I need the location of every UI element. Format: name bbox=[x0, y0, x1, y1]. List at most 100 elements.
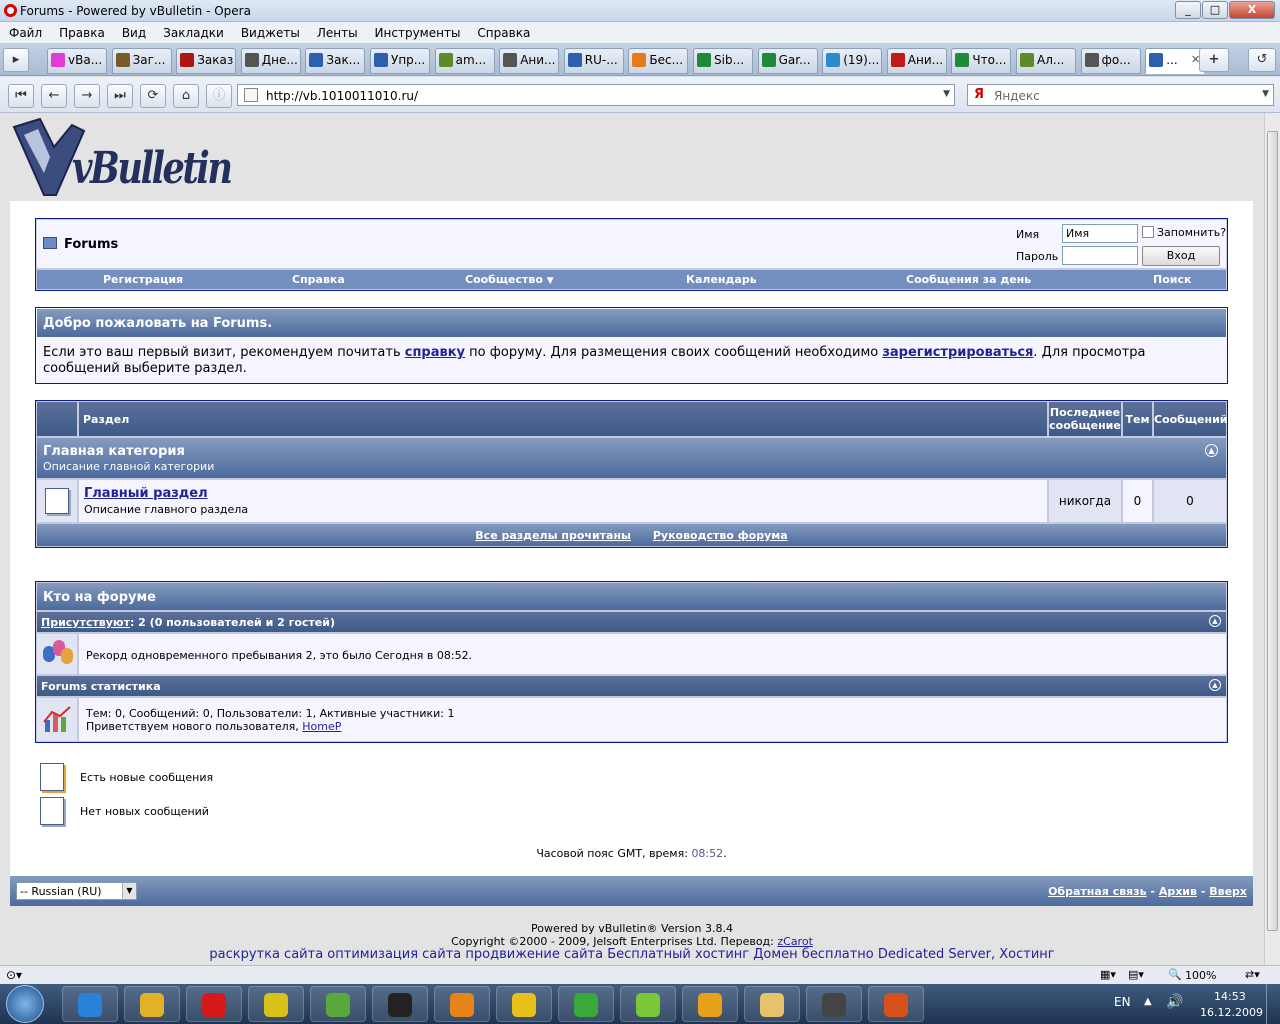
top-link[interactable]: Вверх bbox=[1209, 885, 1247, 898]
reload-icon[interactable]: ⟳ bbox=[140, 84, 166, 108]
feedback-link[interactable]: Обратная связь bbox=[1048, 885, 1147, 898]
back-icon[interactable]: ← bbox=[41, 84, 67, 108]
panel-toggle-icon[interactable]: ▸ bbox=[3, 48, 29, 72]
tab-0[interactable]: vBa... bbox=[47, 48, 107, 74]
login-password-input[interactable] bbox=[1062, 246, 1138, 265]
speed-dial-icon[interactable]: ⊙▾ bbox=[6, 968, 22, 982]
explorer-icon[interactable] bbox=[744, 986, 800, 1022]
tab-6[interactable]: am... bbox=[434, 48, 495, 74]
search-dropdown-icon[interactable]: ▼ bbox=[1262, 89, 1269, 99]
collapse-icon[interactable]: ▲ bbox=[1209, 615, 1221, 627]
address-input[interactable]: http://vb.1010011010.ru/ ▼ bbox=[237, 84, 955, 106]
view-icon[interactable]: ▤▾ bbox=[1128, 968, 1144, 981]
tab-12[interactable]: (19)... bbox=[822, 48, 883, 74]
newest-user-link[interactable]: HomeP bbox=[302, 720, 341, 733]
fast-forward-icon[interactable]: ⏭ bbox=[107, 84, 133, 108]
tab-16[interactable]: фо... bbox=[1080, 48, 1141, 74]
tab-2[interactable]: Заказ bbox=[176, 48, 237, 74]
show-desktop-button[interactable] bbox=[1266, 984, 1280, 1024]
clock-time[interactable]: 14:53 bbox=[1214, 990, 1246, 1003]
forward-icon[interactable]: → bbox=[74, 84, 100, 108]
category-title[interactable]: Главная категория bbox=[43, 444, 185, 459]
sync-icon[interactable]: ⇄▾ bbox=[1245, 968, 1260, 981]
closed-tabs-icon[interactable]: ↺ bbox=[1248, 48, 1276, 72]
mark-read-link[interactable]: Все разделы прочитаны bbox=[475, 529, 631, 542]
winamp-icon[interactable] bbox=[682, 986, 738, 1022]
vbulletin-logo[interactable]: vBulletin bbox=[10, 117, 233, 203]
zoom-icon[interactable]: 🔍 bbox=[1168, 968, 1182, 981]
tab-9[interactable]: Бес... bbox=[628, 48, 689, 74]
collapse-icon[interactable]: ▲ bbox=[1209, 679, 1221, 691]
minimize-button[interactable]: _ bbox=[1175, 1, 1201, 19]
zoom-level[interactable]: 100% bbox=[1185, 969, 1216, 982]
1c-icon[interactable] bbox=[248, 986, 304, 1022]
chemistry-icon[interactable] bbox=[620, 986, 676, 1022]
info-icon[interactable]: ⓘ bbox=[206, 84, 232, 108]
nav-register-link[interactable]: Регистрация bbox=[103, 273, 183, 286]
tab-13[interactable]: Ани... bbox=[886, 48, 947, 74]
new-tab-button[interactable]: + bbox=[1199, 48, 1229, 72]
menu-view[interactable]: Вид bbox=[113, 22, 154, 40]
menu-bookmarks[interactable]: Закладки bbox=[154, 22, 232, 40]
maximize-button[interactable]: □ bbox=[1202, 1, 1228, 19]
clock-date[interactable]: 16.12.2009 bbox=[1200, 1006, 1263, 1019]
chrome-icon[interactable] bbox=[124, 986, 180, 1022]
opera-icon[interactable] bbox=[186, 986, 242, 1022]
rewind-icon[interactable]: ⏮ bbox=[8, 84, 34, 108]
language-indicator[interactable]: EN bbox=[1114, 995, 1131, 1009]
menu-edit[interactable]: Правка bbox=[50, 22, 113, 40]
help-link[interactable]: справку bbox=[405, 345, 465, 360]
remember-checkbox[interactable] bbox=[1142, 226, 1154, 238]
nav-calendar-link[interactable]: Календарь bbox=[686, 273, 757, 286]
menu-file[interactable]: Файл bbox=[0, 22, 50, 40]
forum-title-link[interactable]: Главный раздел bbox=[84, 486, 208, 501]
collapse-icon[interactable]: ▲ bbox=[1205, 444, 1218, 457]
halflife-icon[interactable] bbox=[868, 986, 924, 1022]
video-321-icon[interactable] bbox=[806, 986, 862, 1022]
tab-3[interactable]: Дне... bbox=[240, 48, 301, 74]
fastfolder-icon[interactable] bbox=[310, 986, 366, 1022]
tab-15[interactable]: Ал... bbox=[1016, 48, 1076, 74]
tab-8[interactable]: RU-... bbox=[563, 48, 624, 74]
login-submit-button[interactable]: Вход bbox=[1142, 246, 1220, 266]
menu-help[interactable]: Справка bbox=[468, 22, 538, 40]
tab-11[interactable]: Gar... bbox=[757, 48, 818, 74]
search-input[interactable]: Я Яндекс ▼ bbox=[967, 84, 1274, 106]
menu-widgets[interactable]: Виджеты bbox=[232, 22, 308, 40]
nav-today-posts-link[interactable]: Сообщения за день bbox=[906, 273, 1031, 286]
panels-icon[interactable]: ▦▾ bbox=[1100, 968, 1116, 981]
forum-guide-link[interactable]: Руководство форума bbox=[653, 529, 788, 542]
emulator-icon[interactable] bbox=[496, 986, 552, 1022]
media-player-icon[interactable] bbox=[434, 986, 490, 1022]
scrollbar-thumb[interactable] bbox=[1267, 131, 1278, 931]
ie-icon[interactable] bbox=[62, 986, 118, 1022]
whos-online-title: Кто на форуме bbox=[37, 583, 1226, 610]
close-button[interactable]: X bbox=[1229, 1, 1275, 19]
home-icon[interactable]: ⌂ bbox=[173, 84, 199, 108]
steam-icon[interactable] bbox=[372, 986, 428, 1022]
tab-10[interactable]: Sib... bbox=[693, 48, 753, 74]
menu-feeds[interactable]: Ленты bbox=[308, 22, 366, 40]
tab-7[interactable]: Ани... bbox=[499, 48, 560, 74]
tab-4[interactable]: Зак... bbox=[305, 48, 366, 74]
login-username-input[interactable] bbox=[1062, 224, 1138, 243]
tab-14[interactable]: Что... bbox=[951, 48, 1012, 74]
language-select[interactable]: -- Russian (RU) ▼ bbox=[16, 882, 137, 900]
tab-1[interactable]: Заг... bbox=[111, 48, 172, 74]
page-scrollbar[interactable] bbox=[1264, 113, 1280, 965]
register-link[interactable]: зарегистрироваться bbox=[882, 345, 1033, 360]
tab-5[interactable]: Упр... bbox=[370, 48, 430, 74]
volume-icon[interactable]: 🔊 bbox=[1166, 994, 1183, 1010]
address-dropdown-icon[interactable]: ▼ bbox=[943, 89, 950, 99]
nav-search-link[interactable]: Поиск bbox=[1153, 273, 1191, 286]
menu-tools[interactable]: Инструменты bbox=[366, 22, 469, 40]
archive-link[interactable]: Архив bbox=[1159, 885, 1197, 898]
tray-arrow-icon[interactable]: ▲ bbox=[1144, 996, 1152, 1007]
utorrent-icon[interactable] bbox=[558, 986, 614, 1022]
nav-community-link[interactable]: Сообщество ▼ bbox=[465, 273, 554, 286]
present-link[interactable]: Присутствуют bbox=[41, 616, 130, 629]
start-button[interactable] bbox=[6, 985, 44, 1023]
ads-links[interactable]: раскрутка сайта оптимизация сайта продви… bbox=[209, 947, 1054, 962]
nav-help-link[interactable]: Справка bbox=[292, 273, 345, 286]
tab-17[interactable]: ... ✕ bbox=[1145, 48, 1206, 74]
